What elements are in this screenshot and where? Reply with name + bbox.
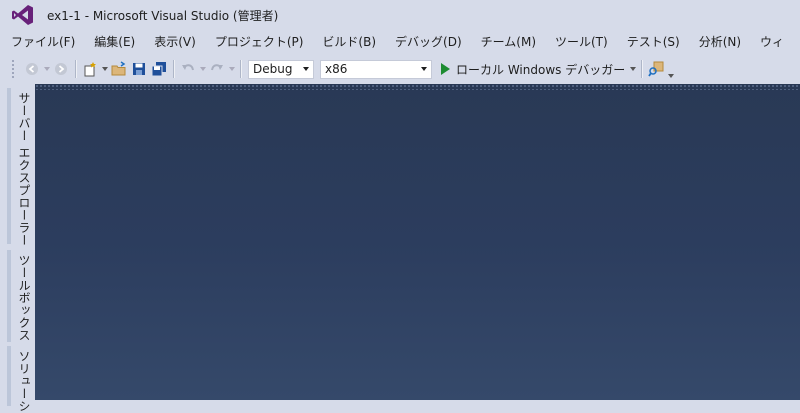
side-tab-label: ソリューシ <box>17 350 31 413</box>
start-debugging-label: ローカル Windows デバッガー <box>456 62 626 77</box>
undo-button[interactable] <box>179 60 197 78</box>
solution-configuration-select[interactable]: Debug <box>248 59 314 79</box>
menu-build[interactable]: ビルド(B) <box>311 30 384 54</box>
new-project-dropdown[interactable] <box>100 60 109 78</box>
solution-configuration-value: Debug <box>253 62 293 76</box>
toolbar-grip[interactable] <box>11 59 16 79</box>
window-title: ex1-1 - Microsoft Visual Studio (管理者) <box>47 8 279 23</box>
chevron-down-icon <box>299 61 313 78</box>
standard-toolbar: Debug x86 ローカル Windows デバッガー <box>0 56 800 82</box>
document-well-grip <box>35 84 800 90</box>
new-project-icon <box>84 62 96 77</box>
find-in-files-icon <box>648 61 664 77</box>
start-debugging-dropdown[interactable] <box>628 60 637 78</box>
back-dropdown[interactable] <box>42 60 51 78</box>
menu-file[interactable]: ファイル(F) <box>0 30 83 54</box>
start-debugging-button[interactable]: ローカル Windows デバッガー <box>441 59 625 79</box>
open-file-button[interactable] <box>110 60 128 78</box>
undo-icon <box>182 64 194 71</box>
menu-project[interactable]: プロジェクト(P) <box>204 30 312 54</box>
open-folder-icon <box>111 61 126 76</box>
new-project-button[interactable] <box>81 60 99 78</box>
forward-button[interactable] <box>52 60 70 78</box>
menu-tools[interactable]: ツール(T) <box>544 30 616 54</box>
back-arrow-icon <box>26 63 38 75</box>
left-tool-window-strip: サーバー エクスプローラー ツールボックス ソリューシ <box>0 84 35 413</box>
redo-icon <box>211 64 223 71</box>
save-all-icon <box>151 62 166 77</box>
menu-bar: ファイル(F) 編集(E) 表示(V) プロジェクト(P) ビルド(B) デバッ… <box>0 30 800 54</box>
menu-analyze[interactable]: 分析(N) <box>688 30 749 54</box>
toolbar-overflow-icon[interactable] <box>666 60 675 78</box>
menu-team[interactable]: チーム(M) <box>470 30 544 54</box>
menu-view[interactable]: 表示(V) <box>143 30 204 54</box>
visual-studio-logo-icon <box>12 5 33 25</box>
menu-window[interactable]: ウィ <box>749 30 792 54</box>
chevron-down-icon <box>417 61 431 78</box>
menu-debug[interactable]: デバッグ(D) <box>384 30 470 54</box>
toolbar-separator <box>240 60 241 78</box>
find-in-files-button[interactable] <box>647 60 665 78</box>
forward-arrow-icon <box>55 63 67 75</box>
menu-edit[interactable]: 編集(E) <box>83 30 143 54</box>
undo-dropdown[interactable] <box>198 60 207 78</box>
title-bar: ex1-1 - Microsoft Visual Studio (管理者) <box>0 0 800 30</box>
back-button[interactable] <box>23 60 41 78</box>
solution-platform-value: x86 <box>325 62 348 76</box>
save-icon <box>133 63 145 75</box>
side-tab-label: ツールボックス <box>17 254 31 342</box>
redo-dropdown[interactable] <box>227 60 236 78</box>
side-tab-solution-explorer[interactable]: ソリューシ <box>7 346 31 413</box>
toolbar-separator <box>75 60 76 78</box>
side-tab-toolbox[interactable]: ツールボックス <box>7 250 31 342</box>
redo-button[interactable] <box>208 60 226 78</box>
editor-area[interactable] <box>35 84 800 400</box>
toolbar-separator <box>173 60 174 78</box>
save-all-button[interactable] <box>150 60 168 78</box>
toolbar-separator <box>641 60 643 78</box>
play-icon <box>441 63 450 75</box>
solution-platform-select[interactable]: x86 <box>320 59 432 79</box>
save-button[interactable] <box>130 60 148 78</box>
menu-test[interactable]: テスト(S) <box>616 30 688 54</box>
side-tab-server-explorer[interactable]: サーバー エクスプローラー <box>7 88 31 246</box>
side-tab-label: サーバー エクスプローラー <box>17 92 31 247</box>
